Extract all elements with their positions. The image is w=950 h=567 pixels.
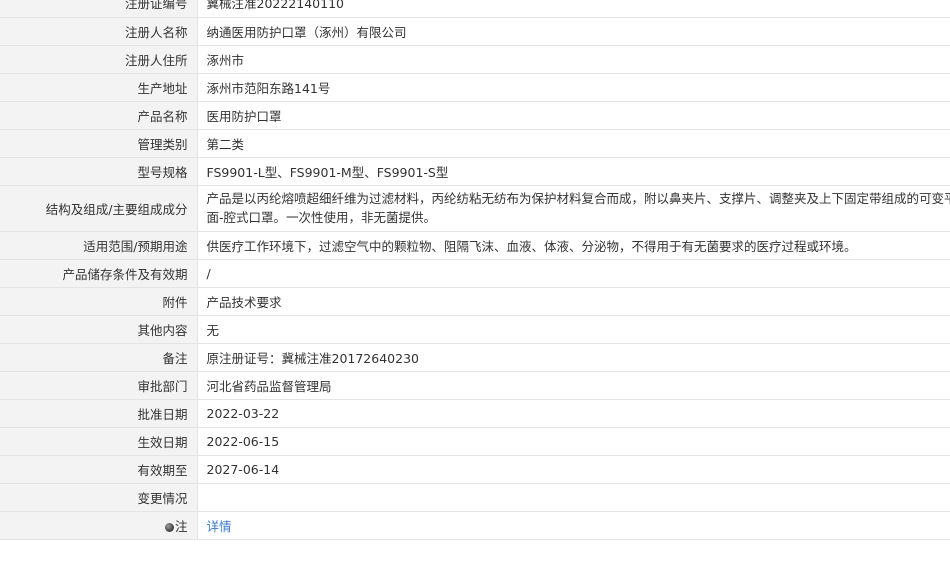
- row-label: 结构及组成/主要组成成分: [0, 185, 198, 232]
- row-value: 冀械注准20222140110: [197, 0, 950, 18]
- note-label: 注: [174, 518, 188, 534]
- row-value: 2022-06-15: [197, 427, 950, 456]
- row-label: 变更情况: [0, 483, 198, 512]
- row-label: 型号规格: [0, 157, 198, 186]
- row-value: 第二类: [197, 129, 950, 158]
- structure-composition-text: 产品是以丙纶熔喷超细纤维为过滤材料，丙纶纺粘无纺布为保护材料复合而成，附以鼻夹片…: [206, 191, 950, 225]
- row-label: 批准日期: [0, 399, 198, 428]
- row-value: 涿州市范阳东路141号: [197, 73, 950, 102]
- row-label: 注册人住所: [0, 45, 198, 74]
- row-label: 生效日期: [0, 427, 198, 456]
- row-label: 注: [0, 511, 198, 540]
- row-label: 注册人名称: [0, 17, 198, 46]
- row-value: 医用防护口罩: [197, 101, 950, 130]
- row-label: 生产地址: [0, 73, 198, 102]
- row-management-category: 管理类别 第二类: [0, 129, 950, 158]
- row-value: 2022-03-22: [197, 399, 950, 428]
- row-other-content: 其他内容 无: [0, 315, 950, 344]
- row-label: 适用范围/预期用途: [0, 231, 198, 260]
- row-storage-conditions: 产品储存条件及有效期 /: [0, 259, 950, 288]
- row-valid-until: 有效期至 2027-06-14: [0, 455, 950, 484]
- row-value: 河北省药品监督管理局: [197, 371, 950, 400]
- bullet-icon: [164, 522, 174, 532]
- row-value: 详情: [197, 511, 950, 540]
- row-value: 供医疗工作环境下，过滤空气中的颗粒物、阻隔飞沫、血液、体液、分泌物，不得用于有无…: [197, 231, 950, 260]
- row-model-spec: 型号规格 FS9901-L型、FS9901-M型、FS9901-S型: [0, 157, 950, 186]
- details-link[interactable]: 详情: [207, 519, 232, 534]
- row-label: 附件: [0, 287, 198, 316]
- row-label: 审批部门: [0, 371, 198, 400]
- row-note: 注 详情: [0, 511, 950, 540]
- row-value: /: [197, 259, 950, 288]
- row-registrant-name: 注册人名称 纳通医用防护口罩（涿州）有限公司: [0, 17, 950, 46]
- registration-detail-table: 注册证编号 冀械注准20222140110 注册人名称 纳通医用防护口罩（涿州）…: [0, 0, 950, 540]
- row-intended-use: 适用范围/预期用途 供医疗工作环境下，过滤空气中的颗粒物、阻隔飞沫、血液、体液、…: [0, 231, 950, 260]
- row-approval-date: 批准日期 2022-03-22: [0, 399, 950, 428]
- row-value: 2027-06-14: [197, 455, 950, 484]
- row-registrant-address: 注册人住所 涿州市: [0, 45, 950, 74]
- row-value: 涿州市: [197, 45, 950, 74]
- row-value: 纳通医用防护口罩（涿州）有限公司: [197, 17, 950, 46]
- row-label: 产品名称: [0, 101, 198, 130]
- row-label: 其他内容: [0, 315, 198, 344]
- row-value: 无: [197, 315, 950, 344]
- row-product-name: 产品名称 医用防护口罩: [0, 101, 950, 130]
- row-change-history: 变更情况: [0, 483, 950, 512]
- row-value: 原注册证号：冀械注准20172640230: [197, 343, 950, 372]
- row-structure-composition: 结构及组成/主要组成成分 产品是以丙纶熔喷超细纤维为过滤材料，丙纶纺粘无纺布为保…: [0, 185, 950, 232]
- row-remarks: 备注 原注册证号：冀械注准20172640230: [0, 343, 950, 372]
- row-value: 产品是以丙纶熔喷超细纤维为过滤材料，丙纶纺粘无纺布为保护材料复合而成，附以鼻夹片…: [197, 185, 950, 232]
- row-approval-department: 审批部门 河北省药品监督管理局: [0, 371, 950, 400]
- row-label: 注册证编号: [0, 0, 198, 18]
- row-registration-number: 注册证编号 冀械注准20222140110: [0, 0, 950, 18]
- row-label: 备注: [0, 343, 198, 372]
- row-attachment: 附件 产品技术要求: [0, 287, 950, 316]
- row-effective-date: 生效日期 2022-06-15: [0, 427, 950, 456]
- row-value: 产品技术要求: [197, 287, 950, 316]
- row-label: 管理类别: [0, 129, 198, 158]
- row-label: 有效期至: [0, 455, 198, 484]
- row-production-address: 生产地址 涿州市范阳东路141号: [0, 73, 950, 102]
- row-label: 产品储存条件及有效期: [0, 259, 198, 288]
- row-value: [197, 483, 950, 512]
- row-value: FS9901-L型、FS9901-M型、FS9901-S型: [197, 157, 950, 186]
